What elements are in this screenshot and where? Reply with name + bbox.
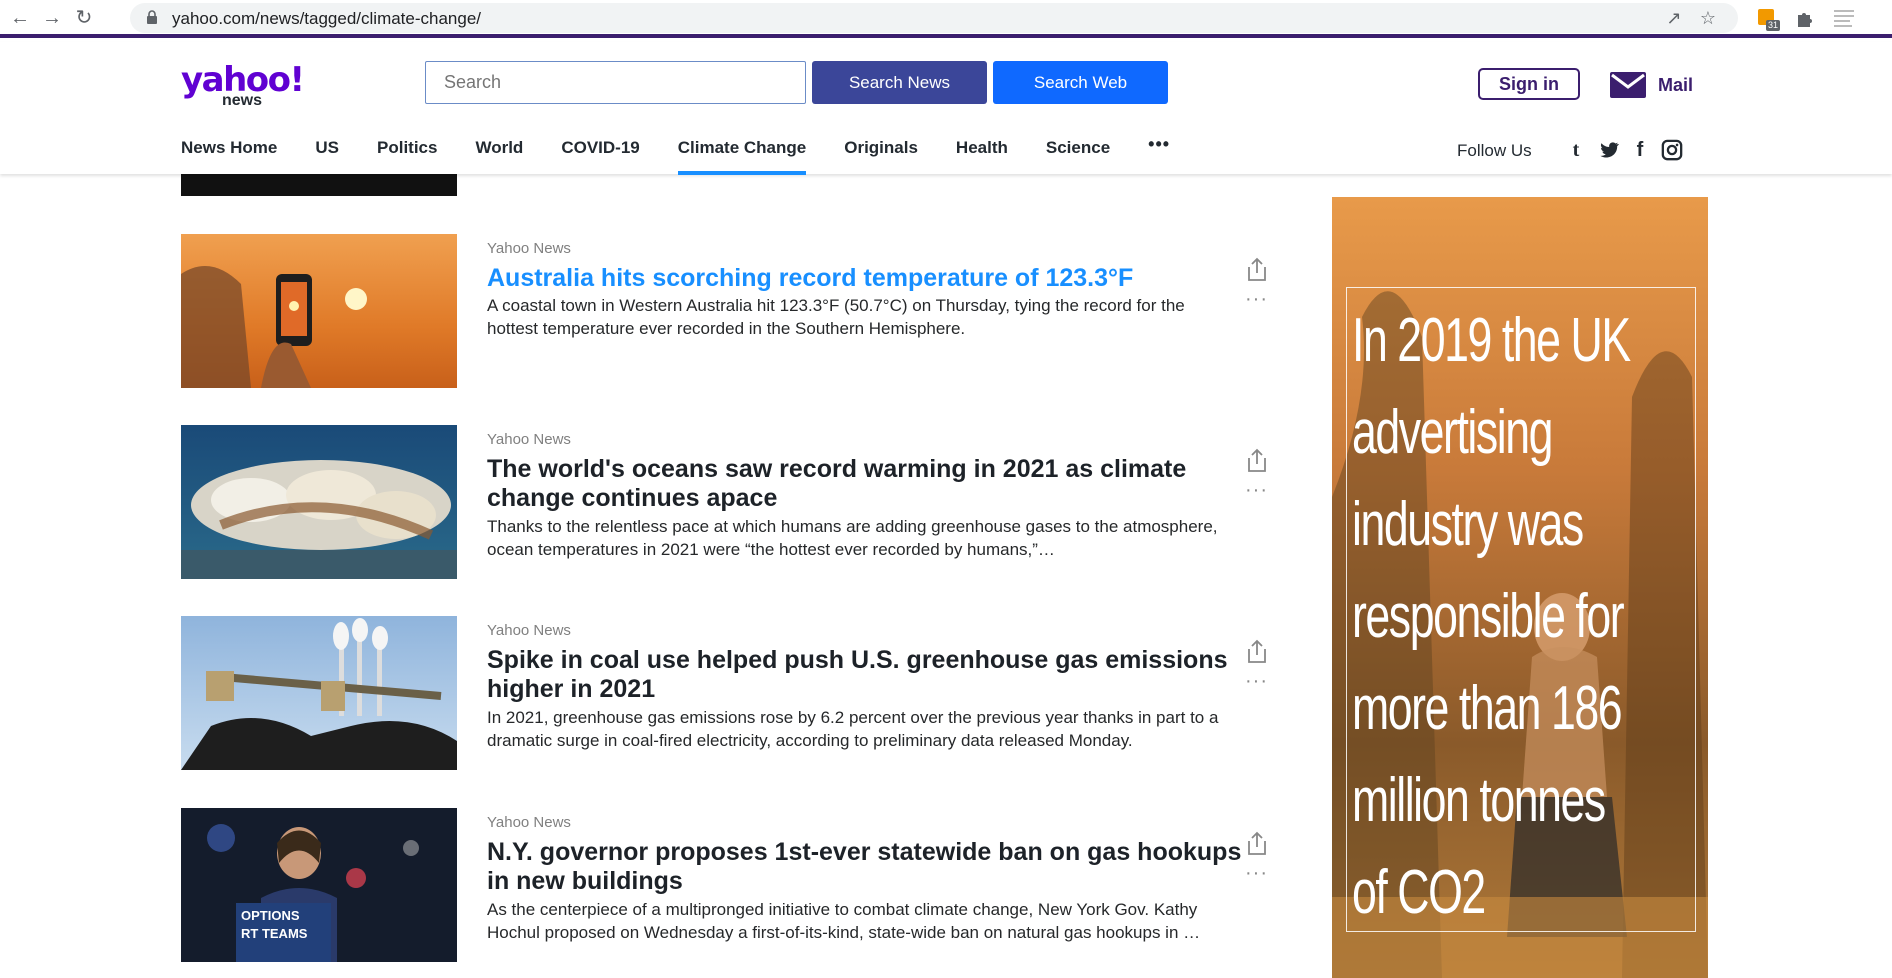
story-headline[interactable]: N.Y. governor proposes 1st-ever statewid… [487, 838, 1247, 896]
story-summary: As the centerpiece of a multipronged ini… [487, 900, 1201, 942]
nav-more-icon[interactable]: ••• [1148, 135, 1170, 170]
story-thumbnail-partial[interactable] [181, 172, 457, 196]
nav-item-politics[interactable]: Politics [377, 138, 437, 172]
story-source: Yahoo News [487, 814, 571, 831]
nav-item-health[interactable]: Health [956, 138, 1008, 172]
mail-link[interactable]: Mail [1610, 70, 1693, 100]
mail-label: Mail [1658, 74, 1694, 95]
share-icon[interactable] [1245, 830, 1269, 856]
ad-line: million tonnes [1352, 766, 1606, 835]
address-bar[interactable]: yahoo.com/news/tagged/climate-change/ ↗ … [130, 3, 1738, 33]
reload-icon[interactable]: ↻ [72, 6, 96, 30]
nav-item-climate-change[interactable]: Climate Change [677, 138, 807, 175]
nav-item-originals[interactable]: Originals [844, 138, 918, 172]
ad-text: In 2019 the UK advertising industry was … [1352, 295, 1698, 939]
story-source: Yahoo News [487, 240, 571, 257]
bookmark-star-icon[interactable]: ☆ [1698, 8, 1718, 28]
share-page-icon[interactable]: ↗ [1664, 8, 1684, 28]
story-item[interactable]: Yahoo News Australia hits scorching reco… [181, 234, 1281, 390]
profile-icon[interactable] [1832, 7, 1856, 31]
story-summary: Thanks to the relentless pace at which h… [487, 517, 1218, 559]
forward-icon[interactable]: → [40, 6, 64, 30]
yahoo-news-logo[interactable]: yahoo! news [181, 60, 305, 110]
story-thumbnail[interactable] [181, 616, 457, 770]
story-item[interactable]: Yahoo News The world's oceans saw record… [181, 425, 1281, 581]
section-nav: News Home US Politics World COVID-19 Cli… [181, 135, 1170, 175]
nav-item-news-home[interactable]: News Home [181, 138, 277, 172]
browser-toolbar: ← → ↻ yahoo.com/news/tagged/climate-chan… [0, 0, 1892, 38]
facebook-icon[interactable]: f [1629, 139, 1651, 161]
nav-item-world[interactable]: World [475, 138, 523, 172]
ad-line: advertising [1352, 398, 1553, 467]
instagram-icon[interactable] [1661, 139, 1683, 161]
search-web-button[interactable]: Search Web [993, 61, 1168, 104]
more-options-icon[interactable]: ··· [1245, 671, 1269, 691]
story-headline[interactable]: The world's oceans saw record warming in… [487, 455, 1247, 513]
advertisement[interactable]: In 2019 the UK advertising industry was … [1332, 197, 1708, 978]
share-icon[interactable] [1245, 638, 1269, 664]
url-text: yahoo.com/news/tagged/climate-change/ [172, 9, 482, 28]
site-header: yahoo! news Search News Search Web Sign … [0, 42, 1892, 175]
lock-icon [147, 10, 157, 24]
story-summary: A coastal town in Western Australia hit … [487, 296, 1185, 338]
svg-text:RT TEAMS: RT TEAMS [241, 926, 308, 941]
ad-line: In 2019 the UK [1352, 306, 1631, 375]
search-news-button[interactable]: Search News [812, 61, 987, 104]
back-icon[interactable]: ← [8, 6, 32, 30]
story-thumbnail[interactable] [181, 425, 457, 579]
share-icon[interactable] [1245, 447, 1269, 473]
story-source: Yahoo News [487, 622, 571, 639]
logo-subtitle: news [222, 92, 263, 109]
svg-text:OPTIONS: OPTIONS [241, 908, 300, 923]
twitter-icon[interactable] [1598, 139, 1620, 161]
story-item[interactable]: Yahoo News Spike in coal use helped push… [181, 616, 1281, 772]
extension-badge-icon[interactable]: 31 [1756, 7, 1780, 31]
mail-icon [1610, 72, 1646, 98]
puzzle-extensions-icon[interactable] [1794, 7, 1818, 31]
ad-line: more than 186 [1352, 674, 1623, 743]
follow-us-label: Follow Us [1457, 141, 1532, 160]
sign-in-button[interactable]: Sign in [1478, 68, 1580, 100]
story-source: Yahoo News [487, 431, 571, 448]
ad-line: of CO2 [1352, 858, 1486, 927]
story-item[interactable]: OPTIONS RT TEAMS Yahoo News N.Y. governo… [181, 808, 1281, 964]
story-summary: In 2021, greenhouse gas emissions rose b… [487, 708, 1219, 750]
extension-badge-count: 31 [1768, 20, 1779, 30]
search-input[interactable] [425, 61, 806, 104]
more-options-icon[interactable]: ··· [1245, 480, 1269, 500]
story-thumbnail[interactable] [181, 234, 457, 388]
story-headline[interactable]: Spike in coal use helped push U.S. green… [487, 646, 1247, 704]
ad-line: industry was [1352, 490, 1584, 559]
tumblr-icon[interactable]: t [1565, 139, 1587, 161]
nav-item-science[interactable]: Science [1046, 138, 1110, 172]
share-icon[interactable] [1245, 256, 1269, 282]
nav-item-covid-19[interactable]: COVID-19 [561, 138, 639, 172]
nav-item-us[interactable]: US [315, 138, 339, 172]
ad-line: responsible for [1352, 582, 1625, 651]
story-headline[interactable]: Australia hits scorching record temperat… [487, 264, 1247, 293]
story-thumbnail[interactable]: OPTIONS RT TEAMS [181, 808, 457, 962]
more-options-icon[interactable]: ··· [1245, 289, 1269, 309]
more-options-icon[interactable]: ··· [1245, 863, 1269, 883]
